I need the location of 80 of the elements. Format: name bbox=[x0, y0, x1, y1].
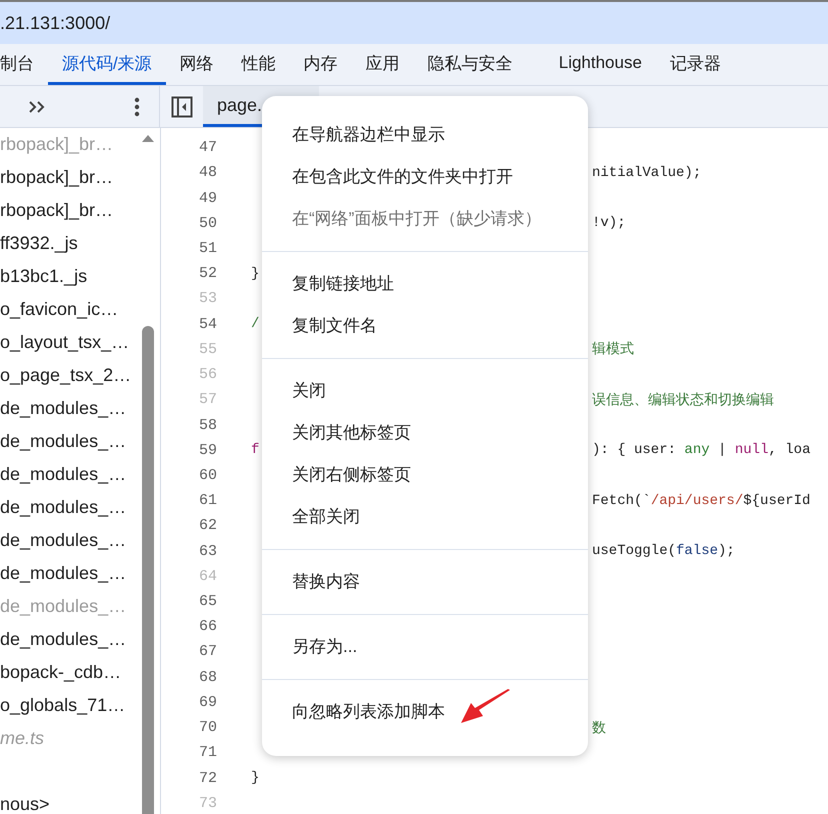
file-item[interactable]: de_modules_… bbox=[0, 491, 160, 524]
line-number: 59 bbox=[198, 442, 217, 459]
chevron-double-icon[interactable] bbox=[28, 100, 46, 114]
line-number: 63 bbox=[198, 542, 217, 560]
line-number: 54 bbox=[198, 316, 217, 333]
panel-tab[interactable]: 内存 bbox=[290, 44, 352, 85]
line-number: 62 bbox=[198, 517, 217, 534]
menu-item[interactable]: 复制文件名 bbox=[262, 305, 588, 347]
menu-item[interactable]: 在包含此文件的文件夹中打开 bbox=[262, 156, 588, 198]
more-icon[interactable] bbox=[134, 96, 140, 116]
line-number: 65 bbox=[198, 593, 217, 610]
file-item[interactable]: o_layout_tsx_… bbox=[0, 326, 160, 359]
line-number: 52 bbox=[198, 265, 217, 282]
line-number: 72 bbox=[198, 770, 217, 787]
code-text: } bbox=[251, 770, 260, 786]
line-number: 49 bbox=[198, 190, 217, 207]
line-number: 57 bbox=[198, 391, 217, 408]
code-text: f bbox=[251, 442, 260, 458]
line-number: 69 bbox=[198, 694, 217, 711]
file-item[interactable]: de_modules_… bbox=[0, 524, 160, 557]
file-item[interactable]: o_favicon_ic… bbox=[0, 293, 160, 326]
sidebar-toggle-icon[interactable] bbox=[171, 96, 193, 118]
address-text[interactable]: .21.131:3000/ bbox=[0, 12, 110, 34]
line-number: 48 bbox=[198, 164, 217, 182]
panel-tab[interactable]: 制台 bbox=[0, 44, 48, 85]
file-item[interactable]: b13bc1._js bbox=[0, 260, 160, 293]
line-number: 70 bbox=[198, 719, 217, 736]
file-item[interactable]: de_modules_… bbox=[0, 623, 160, 656]
menu-item[interactable]: 另存为... bbox=[262, 626, 588, 668]
tree-group[interactable]: nous> bbox=[0, 788, 160, 814]
line-number: 55 bbox=[198, 340, 217, 358]
line-number: 61 bbox=[198, 492, 217, 510]
line-number: 68 bbox=[198, 668, 217, 686]
file-item[interactable]: ff3932._js bbox=[0, 227, 160, 260]
menu-item[interactable]: 向忽略列表添加脚本 bbox=[262, 691, 588, 733]
scroll-up-icon[interactable] bbox=[141, 134, 155, 143]
file-item[interactable]: rbopack]_br… bbox=[0, 161, 160, 194]
line-number: 53 bbox=[198, 290, 217, 308]
code-text: 误信息、编辑状态和切换编辑 bbox=[592, 392, 774, 409]
code-text: useToggle(false); bbox=[592, 543, 735, 560]
line-number: 66 bbox=[198, 618, 217, 636]
line-number: 60 bbox=[198, 466, 217, 484]
panel-tab[interactable]: 应用 bbox=[352, 44, 414, 85]
menu-item[interactable]: 关闭其他标签页 bbox=[262, 412, 588, 454]
file-item[interactable]: rbopack]_br… bbox=[0, 194, 160, 227]
code-text: Fetch(`/api/users/${userId bbox=[592, 492, 810, 509]
line-number: 67 bbox=[198, 643, 217, 660]
line-number: 56 bbox=[198, 366, 217, 384]
file-item[interactable]: de_modules_… bbox=[0, 425, 160, 458]
code-text: 数 bbox=[592, 720, 606, 737]
line-number: 73 bbox=[198, 794, 217, 812]
menu-item[interactable]: 全部关闭 bbox=[262, 496, 588, 538]
line-number: 50 bbox=[198, 214, 217, 232]
panel-tab[interactable]: 性能 bbox=[228, 44, 290, 85]
code-text: / bbox=[251, 316, 260, 332]
line-number: 47 bbox=[198, 139, 217, 156]
menu-item[interactable]: 复制链接地址 bbox=[262, 263, 588, 305]
line-number: 71 bbox=[198, 744, 217, 762]
menu-item[interactable]: 关闭 bbox=[262, 370, 588, 412]
code-text: ): { user: any | null, loa bbox=[592, 442, 810, 458]
file-item[interactable]: o_page_tsx_2… bbox=[0, 359, 160, 392]
file-item[interactable]: o_globals_71… bbox=[0, 689, 160, 722]
menu-item[interactable]: 关闭右侧标签页 bbox=[262, 454, 588, 496]
scrollbar-thumb[interactable] bbox=[142, 326, 154, 814]
panel-tab[interactable]: 隐私与安全 bbox=[414, 44, 527, 85]
panel-tab[interactable]: 记录器 bbox=[656, 44, 735, 85]
code-text: !v); bbox=[592, 215, 626, 232]
line-number: 58 bbox=[198, 416, 217, 434]
line-number: 51 bbox=[198, 240, 217, 257]
panel-tab[interactable]: 网络 bbox=[166, 44, 228, 85]
file-item[interactable]: de_modules_… bbox=[0, 458, 160, 491]
file-item[interactable]: bopack-_cdb… bbox=[0, 656, 160, 689]
panel-tab[interactable]: Lighthouse bbox=[544, 44, 656, 85]
code-text: 辑模式 bbox=[592, 342, 634, 358]
file-item[interactable]: de_modules_… bbox=[0, 392, 160, 425]
code-text: nitialValue); bbox=[592, 164, 702, 181]
menu-item[interactable]: 替换内容 bbox=[262, 561, 588, 603]
file-item[interactable]: de_modules_… bbox=[0, 557, 160, 590]
code-text: } bbox=[251, 266, 260, 282]
line-number: 64 bbox=[198, 568, 217, 585]
